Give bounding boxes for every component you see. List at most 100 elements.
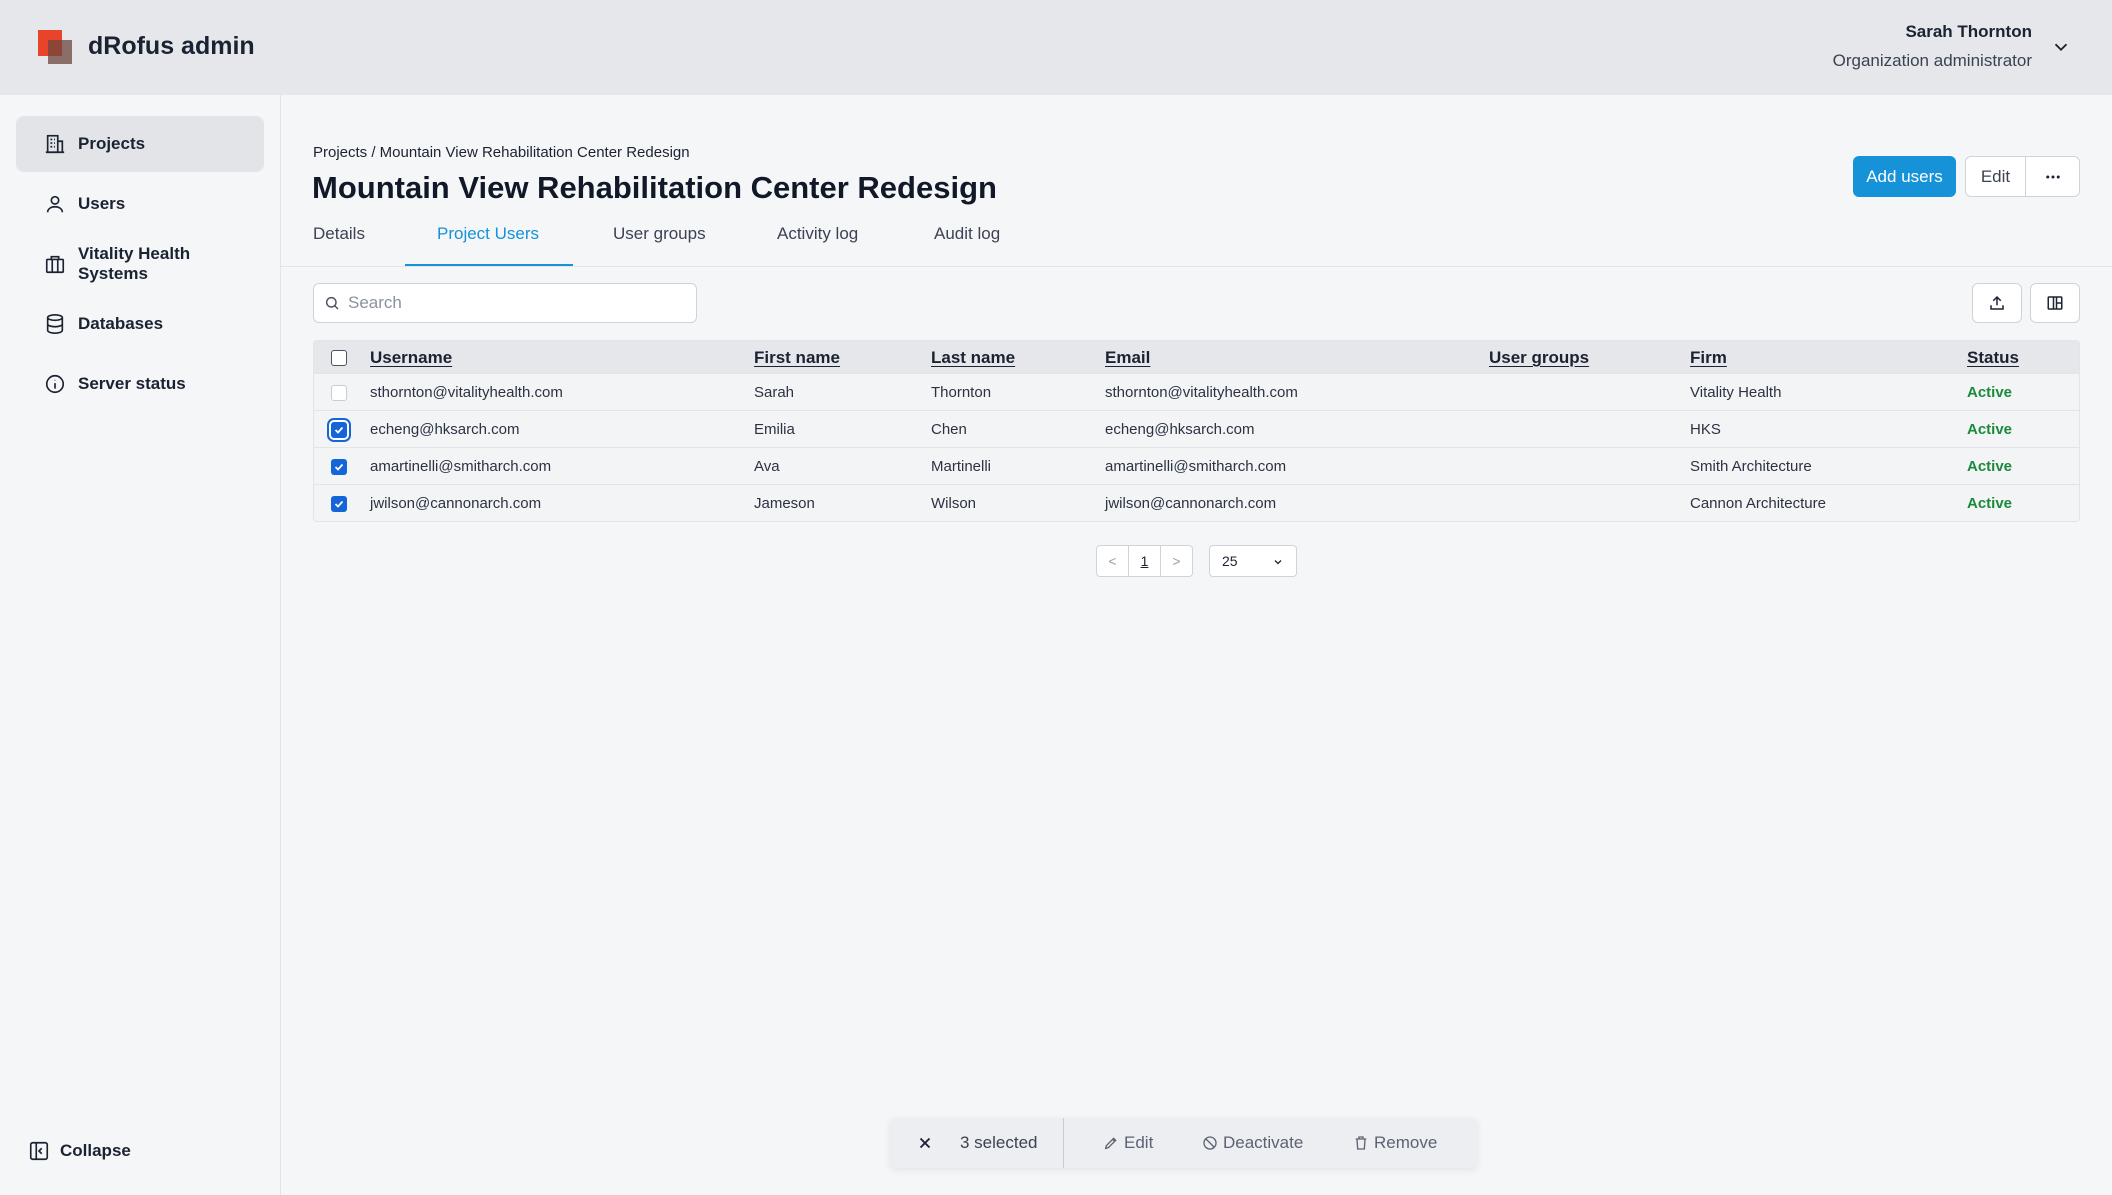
column-header-email[interactable]: Email xyxy=(1105,348,1150,368)
search-box[interactable] xyxy=(313,283,697,323)
table-row[interactable]: echeng@hksarch.com Emilia Chen echeng@hk… xyxy=(314,410,2079,447)
close-icon[interactable] xyxy=(916,1134,934,1152)
breadcrumb[interactable]: Projects / Mountain View Rehabilitation … xyxy=(313,144,690,161)
sidebar-item-server-status[interactable]: Server status xyxy=(16,356,264,412)
cell-email: echeng@hksarch.com xyxy=(1105,421,1255,438)
columns-button[interactable] xyxy=(2030,283,2080,323)
top-bar: dRofus admin Sarah Thornton Organization… xyxy=(0,0,2112,95)
row-checkbox[interactable] xyxy=(331,496,347,512)
page-size-value: 25 xyxy=(1222,553,1238,569)
bulk-edit-label: Edit xyxy=(1124,1133,1154,1152)
divider xyxy=(1063,1118,1064,1168)
status-badge: Active xyxy=(1967,458,2013,475)
column-header-status[interactable]: Status xyxy=(1967,348,2019,368)
building-icon xyxy=(45,134,65,154)
bulk-deactivate-label: Deactivate xyxy=(1223,1133,1304,1152)
active-tab-indicator xyxy=(405,264,573,266)
check-icon xyxy=(334,426,344,434)
selected-count: 3 selected xyxy=(960,1133,1038,1152)
column-header-user-groups[interactable]: User groups xyxy=(1489,348,1589,368)
page-number[interactable]: 1 xyxy=(1128,546,1161,576)
cell-firm: Vitality Health xyxy=(1690,384,1782,401)
table-row[interactable]: jwilson@cannonarch.com Jameson Wilson jw… xyxy=(314,484,2079,521)
sidebar-item-projects[interactable]: Projects xyxy=(16,116,264,172)
cell-firm: Cannon Architecture xyxy=(1690,495,1826,512)
table-row[interactable]: amartinelli@smitharch.com Ava Martinelli… xyxy=(314,447,2079,484)
column-header-first-name[interactable]: First name xyxy=(754,348,840,368)
app-title: dRofus admin xyxy=(88,32,255,60)
edit-project-button[interactable]: Edit xyxy=(1966,157,2026,196)
sidebar-item-label: Projects xyxy=(78,134,146,153)
cell-username: amartinelli@smitharch.com xyxy=(370,458,552,475)
cell-first-name: Jameson xyxy=(754,495,815,512)
ban-icon xyxy=(1203,1136,1217,1150)
search-icon xyxy=(325,296,339,310)
upload-icon xyxy=(1990,295,2004,310)
cell-username: jwilson@cannonarch.com xyxy=(370,495,542,512)
prev-page-button[interactable]: < xyxy=(1097,546,1128,576)
collapse-label: Collapse xyxy=(60,1141,131,1160)
bulk-remove-label: Remove xyxy=(1374,1133,1438,1152)
cell-email: amartinelli@smitharch.com xyxy=(1105,458,1287,475)
tab-audit-log[interactable]: Audit log xyxy=(934,224,1000,244)
bulk-edit-button[interactable]: Edit xyxy=(1103,1133,1153,1153)
column-header-firm[interactable]: Firm xyxy=(1690,348,1727,368)
cell-last-name: Wilson xyxy=(931,495,977,512)
database-icon xyxy=(46,314,64,334)
export-button[interactable] xyxy=(1972,283,2022,323)
cell-first-name: Ava xyxy=(754,458,780,475)
user-icon xyxy=(46,195,64,213)
bulk-deactivate-button[interactable]: Deactivate xyxy=(1202,1133,1303,1153)
next-page-button[interactable]: > xyxy=(1161,546,1192,576)
sidebar-item-databases[interactable]: Databases xyxy=(16,296,264,352)
tab-details[interactable]: Details xyxy=(313,224,365,244)
users-table: Username First name Last name Email User… xyxy=(313,340,2080,522)
sidebar-item-label: Users xyxy=(78,194,126,213)
trash-icon xyxy=(1355,1136,1367,1150)
table-header: Username First name Last name Email User… xyxy=(314,341,2079,373)
chevron-down-icon[interactable] xyxy=(2050,36,2072,58)
collapse-button[interactable]: Collapse xyxy=(28,1140,131,1162)
column-header-last-name[interactable]: Last name xyxy=(931,348,1015,368)
search-input[interactable] xyxy=(348,293,678,313)
sidebar-item-label: Server status xyxy=(78,374,186,393)
page-title: Mountain View Rehabilitation Center Rede… xyxy=(312,170,997,205)
status-badge: Active xyxy=(1967,421,2013,438)
status-badge: Active xyxy=(1967,384,2013,401)
cell-username: echeng@hksarch.com xyxy=(370,421,520,438)
sidebar-item-organization[interactable]: Vitality Health Systems xyxy=(16,236,264,292)
more-horizontal-icon xyxy=(2045,175,2060,178)
more-actions-button[interactable] xyxy=(2026,157,2079,196)
sidebar-item-label: Databases xyxy=(78,314,164,333)
pencil-icon xyxy=(1104,1137,1117,1150)
collapse-sidebar-icon xyxy=(29,1141,49,1161)
table-row[interactable]: sthornton@vitalityhealth.com Sarah Thorn… xyxy=(314,373,2079,410)
bulk-remove-button[interactable]: Remove xyxy=(1353,1133,1437,1153)
add-users-button[interactable]: Add users xyxy=(1853,156,1956,197)
row-checkbox[interactable] xyxy=(331,385,347,401)
organization-icon xyxy=(45,255,65,274)
user-role: Organization administrator xyxy=(1832,51,2032,70)
page-size-select[interactable]: 25 xyxy=(1209,545,1297,577)
pagination: < 1 > xyxy=(1096,545,1193,577)
row-checkbox[interactable] xyxy=(331,459,347,475)
column-header-username[interactable]: Username xyxy=(370,348,452,368)
row-checkbox[interactable] xyxy=(331,422,347,438)
tab-project-users[interactable]: Project Users xyxy=(437,224,539,244)
columns-icon xyxy=(2047,296,2063,310)
info-icon xyxy=(45,374,65,394)
tab-activity-log[interactable]: Activity log xyxy=(777,224,858,244)
cell-firm: Smith Architecture xyxy=(1690,458,1812,475)
check-icon xyxy=(334,463,344,471)
select-all-checkbox[interactable] xyxy=(331,350,347,366)
tab-bar: Details Project Users User groups Activi… xyxy=(281,210,2112,267)
cell-firm: HKS xyxy=(1690,421,1721,438)
user-menu[interactable]: Sarah Thornton Organization administrato… xyxy=(1833,22,2032,71)
sidebar-item-users[interactable]: Users xyxy=(16,176,264,232)
cell-first-name: Emilia xyxy=(754,421,795,438)
cell-last-name: Martinelli xyxy=(931,458,992,475)
drofus-logo xyxy=(38,30,74,64)
cell-first-name: Sarah xyxy=(754,384,795,401)
sidebar-item-label: Vitality Health Systems xyxy=(78,244,191,283)
tab-user-groups[interactable]: User groups xyxy=(613,224,706,244)
